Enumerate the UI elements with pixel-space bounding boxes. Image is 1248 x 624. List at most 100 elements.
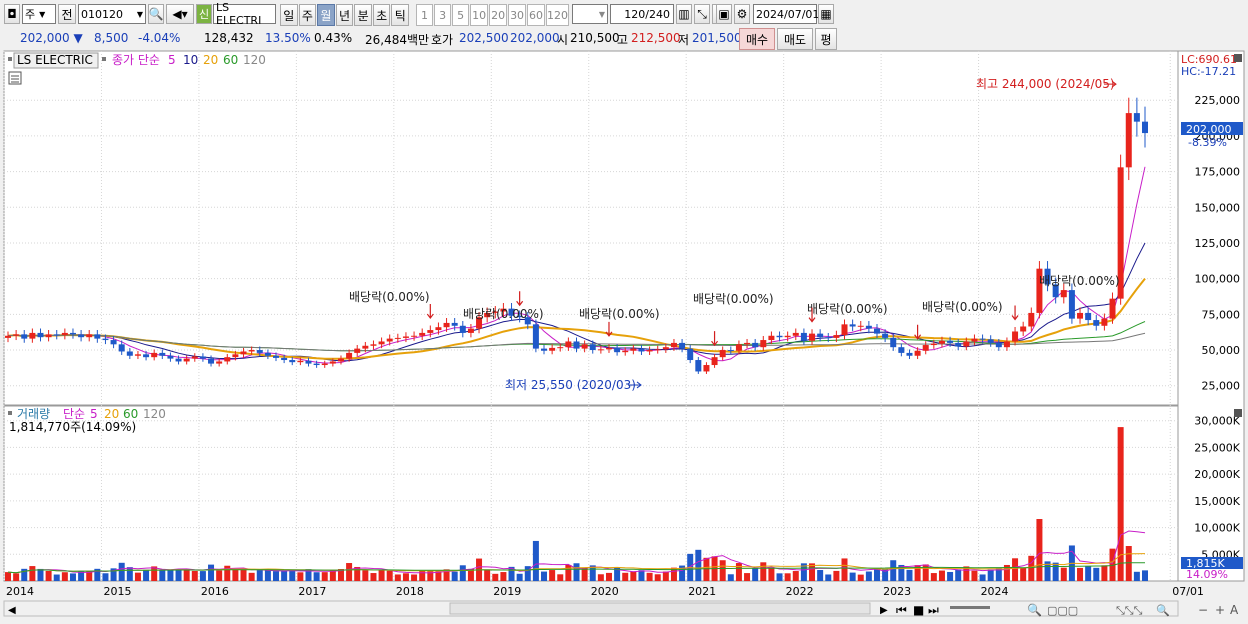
volume-bar	[370, 573, 377, 581]
interval-button-1[interactable]: 1	[416, 4, 434, 26]
volume-bar	[833, 570, 840, 581]
zoom-out-icon[interactable]: −	[1198, 603, 1208, 617]
volume-bar	[646, 572, 653, 581]
zoom-slider[interactable]	[950, 606, 990, 609]
volume-bar	[61, 572, 68, 581]
volume-bar	[622, 572, 629, 581]
candle-body	[800, 332, 807, 341]
tab-period-2[interactable]: 월	[317, 4, 335, 26]
tab-period-3[interactable]: 년	[335, 4, 354, 26]
crosshair-icon[interactable]: ⤡	[694, 4, 710, 24]
high-label: 고	[617, 33, 629, 47]
interval-input[interactable]: ▼	[572, 4, 608, 24]
candle-body	[1093, 320, 1100, 326]
eval-button[interactable]: 평	[815, 28, 837, 50]
calendar-icon[interactable]: ▦	[818, 4, 834, 24]
type-select[interactable]: 주 ▼	[22, 4, 56, 24]
tab-period-0[interactable]: 일	[280, 4, 298, 26]
volume-bar	[703, 557, 710, 581]
volume-bar	[760, 562, 767, 581]
scroll-left-icon[interactable]: ◀	[8, 605, 16, 616]
volume-bar	[744, 573, 751, 581]
x-tick-label: 2016	[201, 585, 229, 598]
layout-tools-icon[interactable]: ▢▢▢	[1047, 604, 1078, 617]
volume-bar	[492, 573, 499, 581]
candle-body	[451, 322, 458, 326]
vol-ma20-legend: 20	[104, 407, 119, 421]
volume-title: 거래량	[17, 407, 50, 421]
volume-value: 128,432	[204, 31, 254, 45]
stock-name-field[interactable]: LS ELECTRI	[213, 1, 276, 27]
gear-icon[interactable]: ⚙	[734, 4, 750, 24]
price-tick-label: 125,000	[1195, 237, 1241, 250]
volume-bar	[630, 571, 637, 581]
prev-button[interactable]: 전	[58, 4, 76, 24]
interval-button-60[interactable]: 60	[527, 4, 545, 26]
sell-button[interactable]: 매도	[777, 28, 813, 50]
count-input[interactable]: 120/240	[610, 4, 674, 24]
code-input[interactable]: 010120 ▼	[78, 4, 146, 24]
tab-period-1[interactable]: 주	[298, 4, 317, 26]
volume-bar	[289, 570, 296, 581]
window-menu-icon[interactable]: ◘	[4, 4, 20, 24]
interval-button-3[interactable]: 3	[434, 4, 452, 26]
volume-bar	[752, 568, 759, 581]
volume-bar	[1117, 427, 1124, 581]
type-select-value: 주	[25, 8, 36, 21]
zoom-tool-icon[interactable]: 🔍	[1027, 602, 1042, 617]
interval-button-20[interactable]: 20	[489, 4, 508, 26]
volume-bar	[1020, 567, 1027, 581]
candle-body	[930, 343, 937, 346]
date-input[interactable]: 2024/07/01	[753, 4, 819, 24]
drawing-tools-icon[interactable]: ⤡⤡⤡	[1116, 604, 1143, 617]
interval-button-120[interactable]: 120	[546, 4, 569, 26]
x-tick-label: 2024	[981, 585, 1009, 598]
first-page-icon[interactable]: ⏮	[896, 603, 907, 617]
volume-bar	[240, 569, 247, 581]
interval-button-5[interactable]: 5	[452, 4, 470, 26]
last-price-label: 202,000	[1186, 123, 1232, 136]
maximize-icon[interactable]	[1234, 409, 1242, 417]
candle-type-icon[interactable]: ▥	[676, 4, 692, 24]
count-value: 120	[624, 7, 646, 21]
volume-bar	[346, 563, 353, 581]
x-tick-label: 2022	[786, 585, 814, 598]
last-pct-label: -8.39%	[1188, 136, 1227, 149]
buy-button[interactable]: 매수	[739, 28, 775, 50]
stop-icon[interactable]: ■	[913, 603, 924, 617]
candle-body	[394, 337, 401, 339]
candle-body	[597, 349, 604, 351]
scroll-right-icon[interactable]: ▶	[880, 605, 888, 616]
open-price: 210,500	[570, 31, 620, 45]
zoom-plus-icon[interactable]: +	[1215, 603, 1225, 617]
interval-button-30[interactable]: 30	[508, 4, 527, 26]
x-tick-label: 07/01	[1172, 585, 1204, 598]
tab-period-4[interactable]: 분	[354, 4, 372, 26]
zoom-in-icon[interactable]: 🔍	[1156, 603, 1170, 617]
interval-button-10[interactable]: 10	[470, 4, 489, 26]
stock-chart[interactable]: 25,000 50,000 75,000 100,000 125,000 150,000 1…	[0, 50, 1248, 621]
save-icon[interactable]: ▣	[716, 4, 732, 24]
volume-info: 1,814,770주(14.09%)	[9, 420, 136, 434]
auto-scale-icon[interactable]: A	[1230, 603, 1239, 617]
volume-bar	[947, 571, 954, 581]
candle-body	[784, 335, 791, 338]
search-icon[interactable]: 🔍	[148, 4, 164, 24]
candle-body	[735, 344, 742, 351]
last-page-icon[interactable]: ⏭	[928, 603, 939, 617]
vol-ma5-legend: 5	[90, 407, 98, 421]
tab-period-6[interactable]: 틱	[391, 4, 410, 26]
maximize-icon[interactable]	[1234, 54, 1242, 62]
candle-body	[646, 350, 653, 352]
tab-period-5[interactable]: 초	[372, 4, 391, 26]
chart-title: LS ELECTRIC	[17, 53, 93, 67]
new-button[interactable]: 신	[196, 4, 212, 24]
candle-body	[776, 335, 783, 338]
speaker-icon[interactable]: ◀▾	[166, 4, 194, 24]
price-tick-label: 225,000	[1195, 94, 1241, 107]
chevron-down-icon: ▼	[136, 9, 143, 19]
candle-body	[1020, 326, 1027, 332]
candle-body	[61, 332, 68, 336]
scrollbar-thumb[interactable]	[449, 602, 871, 615]
volume-bar	[987, 569, 994, 581]
